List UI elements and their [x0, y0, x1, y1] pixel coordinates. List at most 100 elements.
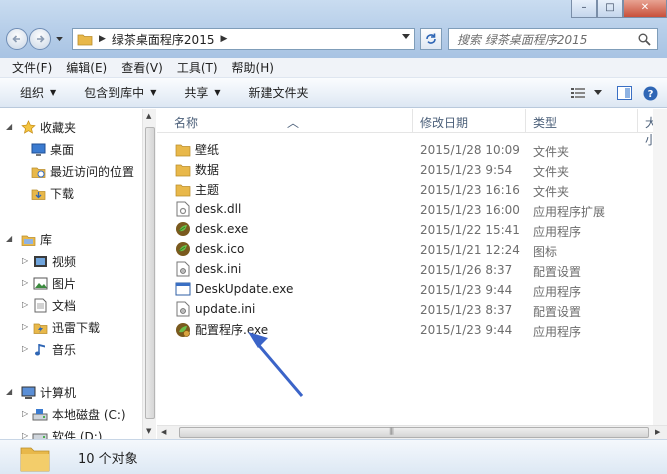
recent-pages-dropdown[interactable]: [54, 34, 64, 44]
close-button[interactable]: ✕: [623, 0, 667, 18]
chevron-down-icon: [55, 36, 63, 41]
collapse-triangle-icon[interactable]: ◢: [6, 122, 12, 131]
view-controls: ?: [561, 84, 659, 102]
expand-triangle-icon[interactable]: ▷: [22, 322, 28, 331]
file-row[interactable]: DeskUpdate.exe 2015/1/23 9:44 应用程序: [157, 279, 657, 299]
menu-help[interactable]: 帮助(H): [232, 59, 274, 76]
forward-arrow-icon: [37, 35, 45, 43]
dll-icon: [175, 201, 191, 217]
nav-desktop[interactable]: 桌面: [30, 141, 74, 158]
picture-icon: [32, 276, 48, 292]
breadcrumb-separator-icon[interactable]: ▶: [99, 34, 106, 44]
nav-recent[interactable]: 最近访问的位置: [30, 163, 134, 180]
back-button[interactable]: [6, 28, 28, 50]
expand-triangle-icon[interactable]: ▷: [22, 409, 28, 418]
forward-button[interactable]: [29, 28, 51, 50]
expand-triangle-icon[interactable]: ▷: [22, 344, 28, 353]
expand-triangle-icon[interactable]: ▷: [22, 278, 28, 287]
file-date: 2015/1/23 9:44: [420, 283, 513, 297]
file-row[interactable]: update.ini 2015/1/23 8:37 配置设置: [157, 299, 657, 319]
chevron-down-icon: [594, 90, 602, 95]
maximize-button[interactable]: □: [597, 0, 623, 18]
change-view-button[interactable]: [569, 84, 587, 102]
svg-text:?: ?: [647, 89, 653, 100]
scroll-left-icon[interactable]: ◀: [161, 428, 166, 436]
chevron-down-icon[interactable]: [402, 34, 410, 40]
breadcrumb-current[interactable]: 绿茶桌面程序2015: [112, 31, 215, 48]
ini-icon: [175, 261, 191, 277]
document-icon: [32, 298, 48, 314]
collapse-triangle-icon[interactable]: ◢: [6, 387, 12, 396]
file-type: 配置设置: [533, 265, 582, 279]
new-folder-label: 新建文件夹: [248, 86, 309, 100]
share-button[interactable]: 共享 ▼: [184, 84, 220, 101]
column-divider[interactable]: [412, 109, 413, 133]
menu-view[interactable]: 查看(V): [121, 59, 163, 76]
menu-tools[interactable]: 工具(T): [177, 59, 218, 76]
preview-pane-button[interactable]: [615, 84, 633, 102]
nav-favorites[interactable]: 收藏夹: [20, 119, 76, 136]
scroll-up-icon[interactable]: ▲: [146, 112, 151, 120]
file-row[interactable]: 壁纸 2015/1/28 10:09 文件夹: [157, 139, 657, 159]
search-icon[interactable]: [638, 33, 651, 46]
nav-videos[interactable]: 视频: [32, 253, 76, 270]
file-row[interactable]: 数据 2015/1/23 9:54 文件夹: [157, 159, 657, 179]
navigation-scrollbar[interactable]: ▲ ▼: [142, 109, 156, 439]
star-icon: [20, 120, 36, 136]
column-name[interactable]: 名称: [174, 114, 198, 131]
folder-icon: [175, 182, 191, 198]
music-note-icon: [32, 342, 48, 358]
minimize-button[interactable]: –: [571, 0, 597, 18]
video-icon: [32, 254, 48, 270]
nav-computer[interactable]: 计算机: [20, 384, 76, 401]
vertical-scrollbar[interactable]: [653, 109, 667, 427]
column-modified[interactable]: 修改日期: [420, 114, 468, 131]
column-divider[interactable]: [637, 109, 638, 133]
chevron-down-icon: ▼: [214, 88, 221, 97]
file-name: desk.ini: [195, 262, 242, 276]
file-type: 文件夹: [533, 145, 570, 159]
nav-favorites-label: 收藏夹: [40, 121, 77, 135]
nav-drive-c[interactable]: 本地磁盘 (C:): [32, 406, 126, 423]
file-row[interactable]: desk.ico 2015/1/21 12:24 图标: [157, 239, 657, 259]
column-type[interactable]: 类型: [533, 114, 557, 131]
file-row[interactable]: desk.dll 2015/1/23 16:00 应用程序扩展: [157, 199, 657, 219]
scroll-thumb[interactable]: [179, 427, 649, 438]
downloads-folder-icon: [30, 186, 46, 202]
include-library-button[interactable]: 包含到库中 ▼: [84, 84, 156, 101]
new-folder-button[interactable]: 新建文件夹: [249, 84, 309, 101]
scroll-down-icon[interactable]: ▼: [146, 427, 151, 435]
menu-edit[interactable]: 编辑(E): [66, 59, 107, 76]
nav-documents[interactable]: 文档: [32, 297, 76, 314]
nav-music[interactable]: 音乐: [32, 341, 76, 358]
breadcrumb-separator-icon[interactable]: ▶: [220, 34, 227, 44]
view-options-dropdown[interactable]: [589, 84, 607, 102]
file-name: 主题: [195, 183, 220, 197]
nav-libraries[interactable]: 库: [20, 231, 52, 248]
file-row[interactable]: 配置程序.exe 2015/1/23 9:44 应用程序: [157, 319, 657, 339]
nav-pictures[interactable]: 图片: [32, 275, 76, 292]
file-row[interactable]: desk.ini 2015/1/26 8:37 配置设置: [157, 259, 657, 279]
search-input[interactable]: 搜索 绿茶桌面程序2015: [448, 28, 658, 50]
nav-downloads[interactable]: 下载: [30, 185, 74, 202]
file-date: 2015/1/22 15:41: [420, 223, 520, 237]
file-name: 数据: [195, 163, 220, 177]
menu-file[interactable]: 文件(F): [12, 59, 52, 76]
help-button[interactable]: ?: [641, 84, 659, 102]
column-divider[interactable]: [525, 109, 526, 133]
expand-triangle-icon[interactable]: ▷: [22, 300, 28, 309]
nav-thunder[interactable]: 迅雷下载: [32, 319, 100, 336]
address-bar[interactable]: ▶ 绿茶桌面程序2015 ▶: [72, 28, 415, 50]
scroll-right-icon[interactable]: ▶: [655, 428, 660, 436]
file-row[interactable]: 主题 2015/1/23 16:16 文件夹: [157, 179, 657, 199]
refresh-button[interactable]: [420, 28, 442, 50]
expand-triangle-icon[interactable]: ▷: [22, 256, 28, 265]
file-row[interactable]: desk.exe 2015/1/22 15:41 应用程序: [157, 219, 657, 239]
collapse-triangle-icon[interactable]: ◢: [6, 234, 12, 243]
scroll-thumb[interactable]: [145, 127, 155, 419]
horizontal-scrollbar[interactable]: ◀ ||| ▶: [157, 425, 667, 439]
config-exe-icon: [175, 322, 191, 338]
ini-icon: [175, 301, 191, 317]
file-name: update.ini: [195, 302, 256, 316]
organize-button[interactable]: 组织 ▼: [20, 84, 56, 101]
